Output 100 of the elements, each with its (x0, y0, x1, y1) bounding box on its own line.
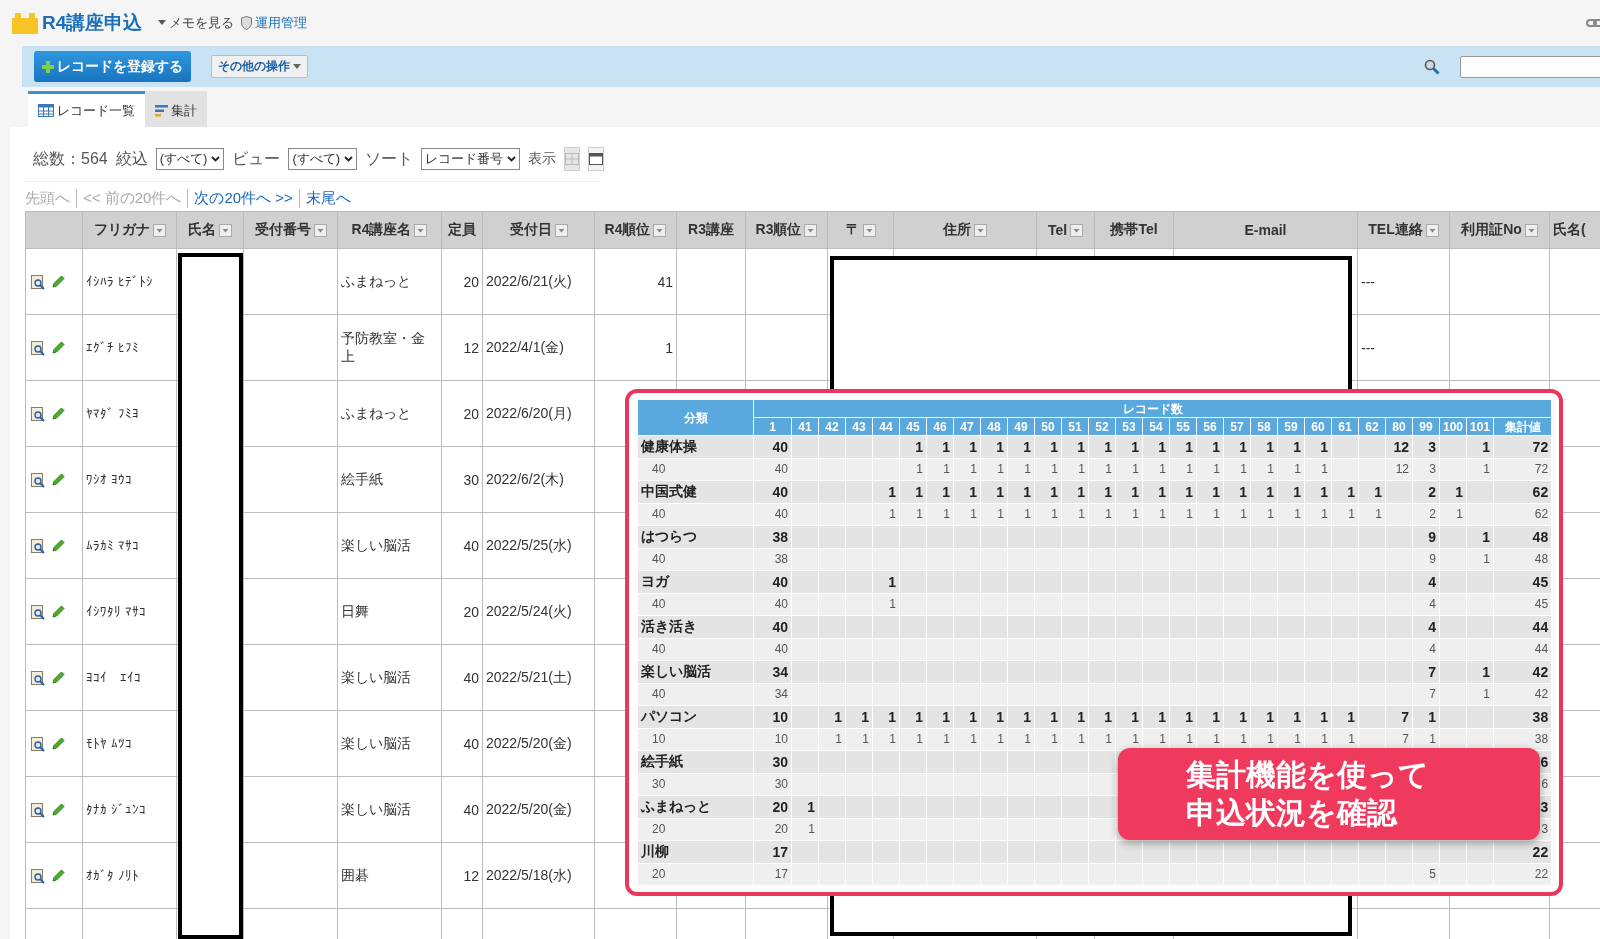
column-header[interactable]: 〒 (827, 211, 894, 249)
pivot-cell: 1 (1294, 507, 1301, 522)
filter-dropdown-icon[interactable] (862, 223, 876, 237)
pencil-icon[interactable] (50, 539, 65, 554)
pivot-cell: 1 (808, 822, 815, 837)
pivot-cell: 1 (1051, 462, 1058, 477)
pivot-header: 44 (879, 419, 893, 434)
tab[interactable]: 集計 (145, 91, 207, 127)
pivot-cell: 1 (915, 483, 923, 500)
pivot-cell: 1 (942, 438, 950, 455)
column-header[interactable]: 氏名( (1549, 211, 1600, 249)
record-view-icon[interactable] (31, 736, 45, 752)
pivot-cell: 22 (1534, 867, 1549, 882)
pivot-cell: 9 (1429, 552, 1436, 567)
table-cell: 40 (463, 801, 479, 818)
column-header[interactable]: Tel (1036, 211, 1095, 249)
pivot-cell: 30 (774, 777, 788, 792)
memo-link[interactable]: メモを見る (158, 14, 235, 32)
pivot-cell: 1 (807, 798, 815, 815)
record-view-icon[interactable] (31, 406, 45, 422)
filter-dropdown-icon[interactable] (414, 223, 428, 237)
pivot-cell: 1 (969, 438, 977, 455)
pivot-cell: 1 (1023, 708, 1031, 725)
pencil-icon[interactable] (50, 275, 65, 290)
column-header[interactable]: 利用証No (1449, 211, 1550, 249)
column-header[interactable]: 携帯Tel (1094, 211, 1174, 249)
filter-dropdown-icon[interactable] (1070, 223, 1084, 237)
record-view-icon[interactable] (31, 670, 45, 686)
tab[interactable]: レコード一覧 (28, 91, 145, 127)
pivot-row-label: 40 (652, 597, 666, 612)
column-header[interactable]: 氏名 (176, 211, 244, 249)
pivot-cell: 45 (1532, 573, 1549, 590)
filter-dropdown-icon[interactable] (152, 223, 166, 237)
filter-dropdown-icon[interactable] (554, 223, 568, 237)
record-view-icon[interactable] (31, 604, 45, 620)
filter-dropdown-icon[interactable] (313, 223, 327, 237)
pivot-cell: 1 (916, 507, 923, 522)
column-header[interactable]: TEL連絡 (1357, 211, 1450, 249)
app-icon (12, 12, 38, 34)
column-header[interactable]: 受付日 (482, 211, 595, 249)
pivot-cell: 42 (1532, 663, 1549, 680)
filter-dropdown-icon[interactable] (653, 223, 667, 237)
column-header[interactable]: R3講座 (676, 211, 746, 249)
pivot-cell: 1 (1267, 462, 1274, 477)
link-icon[interactable] (1586, 18, 1600, 28)
record-view-icon[interactable] (31, 274, 45, 290)
column-header[interactable]: フリガナ (82, 211, 177, 249)
pencil-icon[interactable] (50, 671, 65, 686)
pivot-header: 49 (1014, 419, 1028, 434)
pager-link[interactable]: 末尾へ (298, 188, 357, 208)
column-header[interactable]: R4順位 (594, 211, 677, 249)
column-header[interactable]: 住所 (893, 211, 1037, 249)
view-select[interactable]: (すべて) (288, 148, 358, 170)
search-icon[interactable] (1424, 58, 1440, 75)
record-view-icon[interactable] (31, 802, 45, 818)
pencil-icon[interactable] (50, 341, 65, 356)
column-header[interactable]: 定員 (441, 211, 483, 249)
pivot-cell: 1 (1212, 708, 1220, 725)
filter-dropdown-icon[interactable] (974, 223, 987, 237)
column-header[interactable]: 受付番号 (243, 211, 338, 249)
admin-link[interactable]: 運用管理 (241, 14, 308, 32)
pivot-cell: 1 (1132, 507, 1139, 522)
pencil-icon[interactable] (50, 407, 65, 422)
column-header[interactable]: E-mail (1173, 211, 1358, 249)
search-field[interactable] (1460, 55, 1600, 78)
record-view-icon[interactable] (31, 340, 45, 356)
pivot-cell: 2 (1428, 483, 1436, 500)
table-cell: 2022/6/20(月) (486, 404, 572, 421)
pivot-cell: 1 (1320, 483, 1328, 500)
more-actions-button[interactable]: その他の操作 (211, 55, 308, 78)
pivot-cell: 17 (772, 843, 788, 860)
pivot-cell: 1 (1185, 483, 1193, 500)
pencil-icon[interactable] (50, 869, 65, 884)
record-view-icon[interactable] (31, 868, 45, 884)
pager-link[interactable]: 次の20件へ >> (187, 188, 299, 208)
filter-dropdown-icon[interactable] (1524, 223, 1538, 237)
pencil-icon[interactable] (50, 737, 65, 752)
pencil-icon[interactable] (50, 473, 65, 488)
table-cell: ﾀﾅｶ ｼﾞｭﾝｺ (86, 802, 146, 817)
pencil-icon[interactable] (50, 605, 65, 620)
pivot-cell: 1 (1212, 438, 1220, 455)
pivot-header: 58 (1257, 419, 1271, 434)
filter-select[interactable]: (すべて) (155, 148, 225, 170)
view-mode-button[interactable] (588, 147, 605, 171)
pivot-cell: 40 (772, 483, 788, 500)
pivot-row-label: 活き活き (641, 617, 697, 634)
add-record-button[interactable]: レコードを登録する (34, 51, 191, 82)
pivot-cell: 1 (1483, 552, 1490, 567)
record-view-icon[interactable] (31, 472, 45, 488)
filter-dropdown-icon[interactable] (219, 223, 232, 237)
filter-dropdown-icon[interactable] (804, 223, 818, 237)
filter-dropdown-icon[interactable] (1425, 223, 1439, 237)
pivot-cell: 1 (835, 732, 842, 747)
column-header[interactable]: R4講座名 (337, 211, 442, 249)
pencil-icon[interactable] (50, 803, 65, 818)
sort-select[interactable]: レコード番号 (421, 148, 521, 170)
pivot-header: 99 (1419, 419, 1433, 434)
column-header[interactable]: R3順位 (745, 211, 828, 249)
record-view-icon[interactable] (31, 538, 45, 554)
pivot-header: 43 (852, 419, 866, 434)
